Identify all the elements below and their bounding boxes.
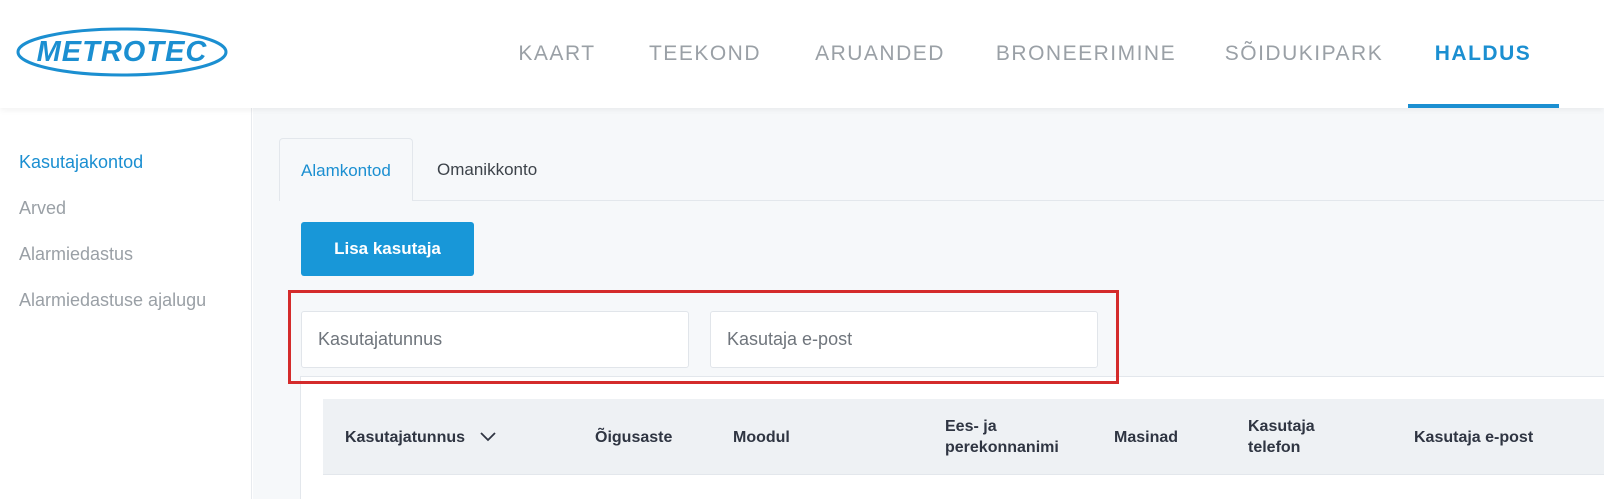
column-header-label-line1: Kasutaja (1248, 418, 1315, 435)
column-header-masinad[interactable]: Masinad (1114, 399, 1178, 475)
top-header: METROTEC KAART TEEKOND ARUANDED BRONEERI… (0, 0, 1604, 108)
sidebar-item-arved[interactable]: Arved (19, 198, 66, 219)
nav-item-broneerimine[interactable]: BRONEERIMINE (990, 0, 1182, 108)
column-header-label: Kasutajatunnus (345, 428, 466, 446)
sidebar-item-kasutajakontod[interactable]: Kasutajakontod (19, 152, 143, 173)
email-filter-input[interactable] (710, 311, 1098, 368)
column-header-kasutajatunnus[interactable]: Kasutajatunnus (345, 399, 497, 475)
column-header-label: Masinad (1114, 428, 1179, 446)
column-header-oigusaste[interactable]: Õigusaste (595, 399, 672, 475)
chevron-down-icon[interactable] (479, 427, 497, 448)
users-table: Kasutajatunnus Õigusaste Moodul Ees- ja … (300, 376, 1604, 499)
column-header-label: Moodul (733, 428, 790, 446)
column-header-label-line1: Ees- ja (945, 418, 997, 435)
column-header-label: Õigusaste (595, 428, 673, 446)
main-nav: KAART TEEKOND ARUANDED BRONEERIMINE SÕID… (0, 0, 1604, 108)
subaccounts-panel: Lisa kasutaja Kasutajatunnus Õigusaste M… (279, 201, 1604, 499)
username-filter-input[interactable] (301, 311, 689, 368)
add-user-button[interactable]: Lisa kasutaja (301, 222, 474, 276)
sidebar-item-alarmiedastus[interactable]: Alarmiedastus (19, 244, 133, 265)
nav-item-kaart[interactable]: KAART (510, 0, 604, 108)
main-content: Alamkontod Omanikkonto Lisa kasutaja Kas… (253, 108, 1604, 499)
tab-alamkontod[interactable]: Alamkontod (279, 138, 413, 202)
account-tabs: Alamkontod Omanikkonto (279, 138, 1604, 202)
column-header-label-line2: perekonnanimi (945, 439, 1059, 456)
column-header-kasutaja-e-post[interactable]: Kasutaja e-post (1414, 399, 1533, 475)
sidebar-item-alarmiedastuse-ajalugu[interactable]: Alarmiedastuse ajalugu (19, 290, 206, 311)
tab-omanikkonto[interactable]: Omanikkonto (416, 138, 558, 201)
column-header-kasutaja-telefon[interactable]: Kasutaja telefon (1248, 399, 1315, 475)
nav-item-haldus[interactable]: HALDUS (1420, 0, 1546, 108)
nav-item-aruanded[interactable]: ARUANDED (806, 0, 954, 108)
active-nav-indicator (1408, 104, 1559, 108)
column-header-moodul[interactable]: Moodul (733, 399, 790, 475)
column-header-label-line2: telefon (1248, 439, 1301, 456)
column-header-ees-ja-perekonnanimi[interactable]: Ees- ja perekonnanimi (945, 399, 1059, 475)
table-header-row: Kasutajatunnus Õigusaste Moodul Ees- ja … (323, 399, 1604, 475)
column-header-label: Kasutaja e-post (1414, 428, 1534, 446)
nav-item-teekond[interactable]: TEEKOND (641, 0, 769, 108)
sidebar: Kasutajakontod Arved Alarmiedastus Alarm… (0, 108, 252, 499)
nav-item-soidukipark[interactable]: SÕIDUKIPARK (1218, 0, 1390, 108)
filter-highlight-box (288, 290, 1119, 384)
